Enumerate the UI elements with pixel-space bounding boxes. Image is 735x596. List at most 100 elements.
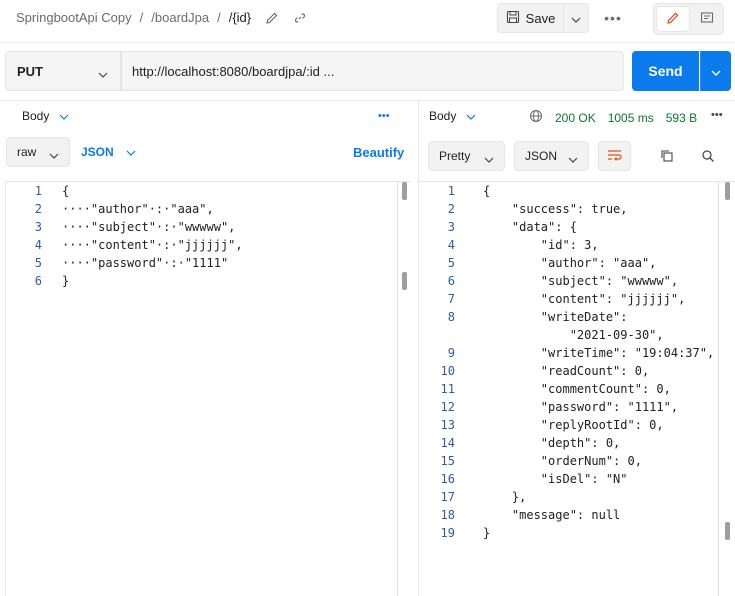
scrollbar-thumb[interactable] [402, 272, 407, 290]
line-number: 17 [440, 490, 455, 504]
save-label: Save [525, 10, 556, 26]
save-icon [506, 10, 520, 27]
beautify-button[interactable]: Beautify [353, 145, 404, 160]
search-icon[interactable] [701, 149, 715, 166]
chevron-down-icon [484, 152, 494, 166]
line-number: 1 [447, 184, 455, 198]
url-value[interactable]: http://localhost:8080/boardjpa/:id ... [132, 64, 334, 79]
line-number: 4 [34, 238, 42, 252]
response-format-select[interactable]: JSON [514, 141, 589, 171]
code-line[interactable]: ····"author"·:·"aaa", [62, 202, 214, 216]
code-line[interactable]: "writeDate": [483, 310, 628, 324]
documentation-button[interactable] [692, 7, 722, 31]
link-icon[interactable] [293, 11, 307, 25]
url-field[interactable]: http://localhost:8080/boardjpa/:id ... [121, 51, 624, 91]
line-number: 14 [440, 436, 455, 450]
right-body-tab[interactable]: Body [429, 109, 476, 123]
send-button[interactable]: Send [632, 51, 699, 91]
left-body-tab[interactable]: Body [22, 109, 69, 123]
copy-icon[interactable] [660, 149, 674, 166]
status-code[interactable]: 200 OK [555, 111, 596, 125]
body-mode-value: raw [17, 145, 37, 159]
chevron-down-icon [571, 11, 581, 26]
code-line[interactable]: "orderNum": 0, [483, 454, 642, 468]
chevron-down-icon [59, 109, 69, 123]
body-mode-select[interactable]: raw [6, 137, 70, 167]
code-line[interactable]: }, [483, 490, 526, 504]
line-number: 15 [440, 454, 455, 468]
line-number: 10 [440, 364, 455, 378]
response-format-value: JSON [525, 149, 558, 163]
request-body-editor[interactable]: 1 {2 ····"author"·:·"aaa", 3 ····"subject"·:… [5, 181, 411, 596]
pencil-icon[interactable] [265, 11, 279, 25]
breadcrumb-folder[interactable]: /boardJpa [151, 10, 209, 25]
chevron-down-icon [49, 148, 59, 162]
code-line[interactable]: ····"password"·:·"1111" [62, 256, 228, 270]
left-more-button[interactable]: ••• [378, 110, 390, 122]
line-number: 4 [447, 238, 455, 252]
code-line[interactable]: "depth": 0, [483, 436, 620, 450]
line-number: 7 [447, 292, 455, 306]
code-line[interactable]: "success": true, [483, 202, 628, 216]
editor-right-border [397, 181, 398, 596]
breadcrumb-request[interactable]: /{id} [229, 10, 251, 25]
code-line[interactable]: "replyRootId": 0, [483, 418, 664, 432]
header-divider [0, 42, 735, 43]
code-line[interactable]: { [483, 184, 490, 198]
chevron-down-icon [466, 109, 476, 123]
code-line[interactable]: "password": "1111", [483, 400, 678, 414]
code-line[interactable]: "subject": "wwwww", [483, 274, 678, 288]
line-number: 2 [447, 202, 455, 216]
method-select[interactable]: PUT [5, 51, 121, 91]
line-number: 11 [440, 382, 455, 396]
response-time[interactable]: 1005 ms [608, 111, 654, 125]
url-divider [0, 100, 735, 101]
breadcrumb-separator: / [139, 10, 144, 25]
code-line[interactable]: "id": 3, [483, 238, 599, 252]
code-line[interactable]: { [62, 184, 69, 198]
save-button[interactable]: Save [497, 3, 563, 33]
breadcrumb-collection[interactable]: SpringbootApi Copy [16, 10, 132, 25]
chevron-down-icon [568, 152, 578, 166]
code-line[interactable]: "writeTime": "19:04:37", [483, 346, 714, 360]
wrap-lines-button[interactable] [598, 141, 631, 171]
line-number: 5 [447, 256, 455, 270]
scrollbar-thumb[interactable] [402, 182, 407, 200]
globe-icon[interactable] [529, 109, 543, 126]
code-line[interactable]: "author": "aaa", [483, 256, 657, 270]
code-line[interactable]: "content": "jjjjjj", [483, 292, 686, 306]
method-value: PUT [17, 63, 43, 79]
code-line[interactable]: "message": null [483, 508, 620, 522]
line-number: 6 [447, 274, 455, 288]
code-line[interactable]: "2021-09-30", [483, 328, 664, 342]
code-line[interactable]: "data": { [483, 220, 577, 234]
scrollbar-thumb[interactable] [725, 522, 730, 540]
edit-mode-button[interactable] [657, 7, 689, 31]
line-number: 8 [447, 310, 455, 324]
body-format-select[interactable]: JSON [81, 145, 136, 159]
code-line[interactable]: "commentCount": 0, [483, 382, 671, 396]
body-format-value: JSON [81, 145, 114, 159]
code-line[interactable]: "readCount": 0, [483, 364, 649, 378]
line-number: 2 [34, 202, 42, 216]
code-line[interactable]: } [483, 526, 490, 540]
view-mode-toggle [653, 3, 724, 35]
response-body-viewer[interactable]: 1 {2 "success": true, 3 "data": {4 "id": 3… [419, 181, 735, 596]
right-more-button[interactable]: ••• [711, 109, 723, 121]
response-view-select[interactable]: Pretty [428, 141, 505, 171]
code-line[interactable]: ····"subject"·:·"wwwww", [62, 220, 235, 234]
breadcrumb: SpringbootApi Copy / /boardJpa / /{id} [16, 10, 307, 25]
code-line[interactable]: } [62, 274, 69, 288]
left-body-label: Body [22, 109, 50, 123]
wrap-icon [606, 148, 624, 165]
more-options-button[interactable]: ••• [598, 8, 628, 28]
code-line[interactable]: ····"content"·:·"jjjjjj", [62, 238, 243, 252]
send-options-button[interactable] [700, 51, 731, 91]
code-line[interactable]: "isDel": "N" [483, 472, 628, 486]
save-options-button[interactable] [563, 3, 589, 33]
viewer-right-border [718, 181, 719, 596]
response-meta: 200 OK 1005 ms 593 B [529, 109, 697, 126]
line-number: 16 [440, 472, 455, 486]
scrollbar-thumb[interactable] [725, 182, 730, 200]
response-size[interactable]: 593 B [666, 111, 697, 125]
